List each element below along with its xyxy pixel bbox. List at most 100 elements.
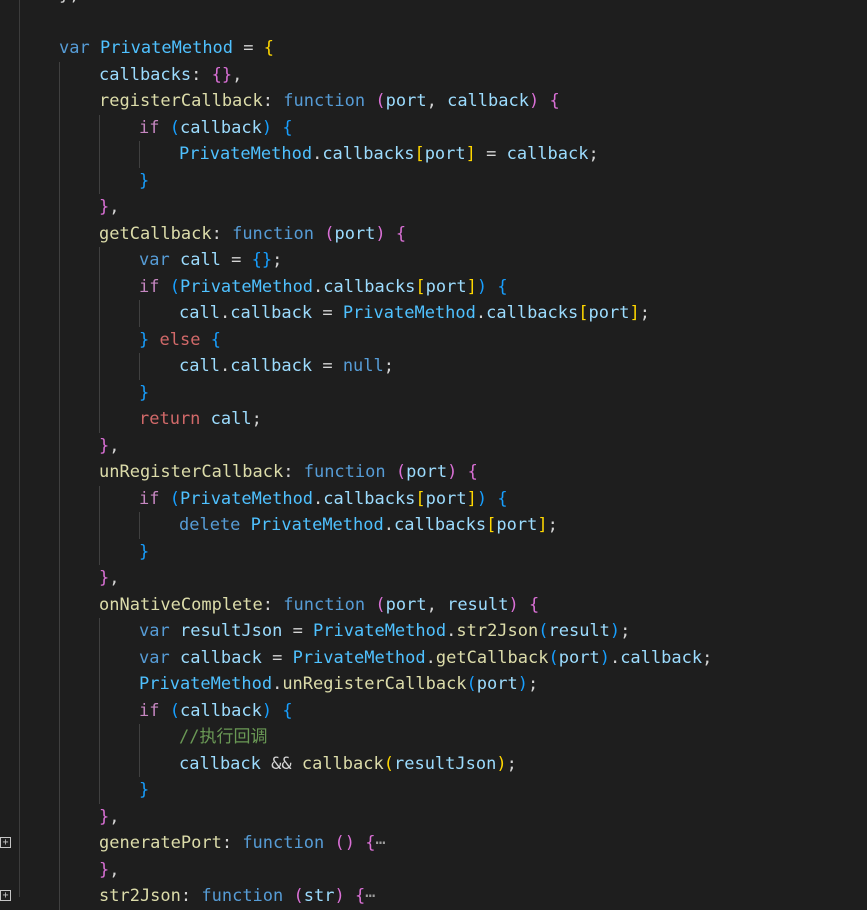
code-token: PrivateMethod	[179, 276, 314, 297]
code-token: ()	[334, 833, 355, 853]
code-text: PrivateMethod.unRegisterCallback(port);	[139, 671, 538, 698]
code-line[interactable]: return call;	[0, 406, 867, 433]
code-token: ]	[466, 276, 477, 297]
code-token: :	[180, 886, 202, 906]
indent-guide	[59, 671, 60, 698]
code-token: port	[476, 674, 518, 694]
code-token: [	[486, 515, 497, 535]
code-token: {	[282, 117, 293, 138]
code-token: (	[383, 753, 394, 774]
code-token: )	[496, 753, 507, 774]
code-line[interactable]: + str2Json: function (str) {⋯	[0, 883, 867, 910]
code-token: call	[210, 409, 252, 429]
folded-ellipsis[interactable]: ⋯	[375, 833, 385, 853]
folded-ellipsis[interactable]: ⋯	[365, 886, 375, 906]
code-text: callbacks: {},	[99, 62, 242, 89]
code-token: PrivateMethod	[179, 488, 314, 509]
code-line[interactable]: } else {	[0, 326, 867, 353]
code-editor[interactable]: };var PrivateMethod = {callbacks: {},reg…	[0, 0, 867, 910]
code-token: }	[99, 197, 110, 217]
code-token: var	[139, 250, 170, 270]
indent-guide	[59, 697, 60, 724]
code-token: =	[220, 250, 252, 270]
code-text: str2Json: function (str) {⋯	[99, 883, 375, 910]
code-line[interactable]: registerCallback: function (port, callba…	[0, 88, 867, 115]
code-line[interactable]: }	[0, 379, 867, 406]
code-line[interactable]: },	[0, 565, 867, 592]
code-token: function	[242, 833, 325, 853]
code-line[interactable]: callbacks: {},	[0, 61, 867, 89]
code-line[interactable]: callback && callback(resultJson);	[0, 750, 867, 777]
code-line[interactable]: };	[0, 0, 867, 9]
code-token: if	[139, 488, 160, 509]
code-line[interactable]: }	[0, 167, 867, 195]
code-token: unRegisterCallback	[282, 674, 467, 694]
code-token: ;	[588, 144, 599, 164]
code-token: (	[293, 886, 304, 906]
code-token: ;	[702, 647, 713, 668]
code-token: {	[263, 38, 274, 58]
code-line[interactable]: delete PrivateMethod.callbacks[port];	[0, 512, 867, 539]
code-line[interactable]: getCallback: function (port) {	[0, 220, 867, 247]
code-token: callback	[179, 753, 261, 774]
code-text: //执行回调	[179, 724, 267, 751]
code-token: (	[466, 674, 477, 694]
code-token: PrivateMethod	[139, 674, 273, 694]
code-line[interactable]: }	[0, 777, 867, 804]
code-token: .	[383, 515, 394, 535]
code-line[interactable]: PrivateMethod.unRegisterCallback(port);	[0, 671, 867, 698]
code-token: //执行回调	[179, 727, 268, 747]
code-line[interactable]: },	[0, 803, 867, 830]
code-token: .	[313, 488, 324, 509]
code-text: }	[139, 168, 149, 195]
code-line[interactable]: + generatePort: function () {⋯	[0, 830, 867, 857]
code-line[interactable]: },	[0, 432, 867, 459]
code-line[interactable]: unRegisterCallback: function (port) {	[0, 459, 867, 486]
code-token: function	[283, 91, 366, 111]
code-token: ;	[528, 674, 539, 694]
code-text: if (PrivateMethod.callbacks[port]) {	[139, 274, 508, 301]
code-line[interactable]: onNativeComplete: function (port, result…	[0, 591, 867, 618]
fold-expand-icon[interactable]: +	[0, 837, 11, 848]
code-token: {}	[251, 250, 273, 270]
code-line[interactable]: PrivateMethod.callbacks[port] = callback…	[0, 141, 867, 168]
code-line[interactable]: var callback = PrivateMethod.getCallback…	[0, 644, 867, 671]
code-token: (	[324, 223, 335, 244]
code-token: getCallback	[435, 647, 549, 668]
code-line[interactable]: if (PrivateMethod.callbacks[port]) {	[0, 273, 867, 301]
code-token: port	[406, 462, 448, 482]
code-line[interactable]: var PrivateMethod = {	[0, 35, 867, 62]
code-line[interactable]: var resultJson = PrivateMethod.str2Json(…	[0, 618, 867, 645]
code-line[interactable]	[0, 9, 867, 36]
code-line[interactable]: },	[0, 856, 867, 883]
code-token: generatePort	[99, 833, 222, 853]
code-line[interactable]: if (callback) {	[0, 114, 867, 141]
code-token: ;	[547, 515, 558, 535]
code-token: result	[548, 621, 610, 641]
code-line[interactable]: var call = {};	[0, 247, 867, 274]
code-token: callback	[230, 356, 313, 376]
code-line[interactable]: }	[0, 538, 867, 565]
code-token: )	[599, 647, 610, 668]
code-line[interactable]: if (PrivateMethod.callbacks[port]) {	[0, 485, 867, 512]
code-token: var	[59, 38, 90, 58]
fold-expand-icon[interactable]: +	[0, 890, 11, 901]
code-line[interactable]: },	[0, 194, 867, 221]
code-token: .	[446, 621, 457, 641]
code-text: call.callback = PrivateMethod.callbacks[…	[179, 300, 650, 327]
code-line[interactable]: //执行回调	[0, 724, 867, 751]
code-token: [	[414, 144, 425, 164]
code-line[interactable]: if (callback) {	[0, 697, 867, 724]
code-token: )	[508, 594, 519, 615]
code-token: ]	[629, 303, 640, 323]
code-line[interactable]: call.callback = PrivateMethod.callbacks[…	[0, 300, 867, 327]
code-line[interactable]: call.callback = null;	[0, 353, 867, 380]
code-token: )	[476, 276, 488, 297]
code-token: ;	[639, 303, 650, 323]
